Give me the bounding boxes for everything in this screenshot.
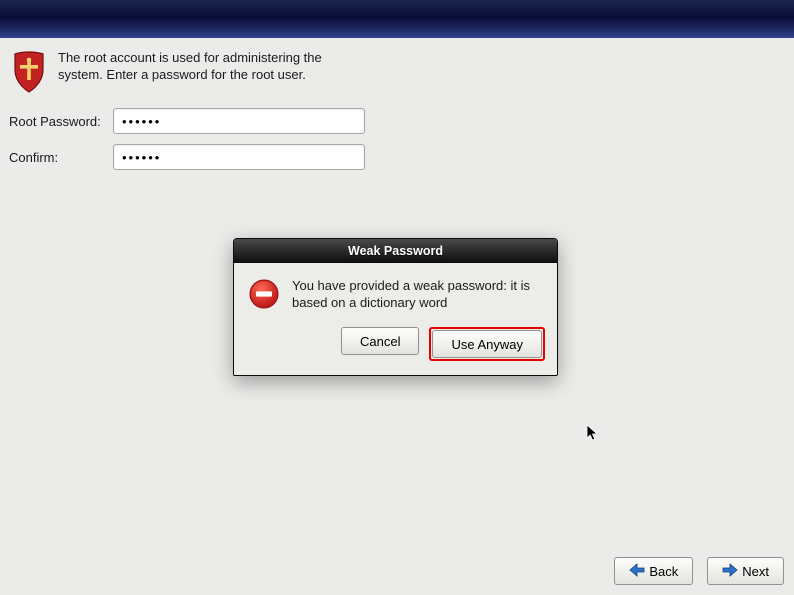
highlighted-action: Use Anyway	[429, 327, 545, 361]
arrow-left-icon	[629, 563, 645, 580]
next-label: Next	[742, 564, 769, 579]
error-icon	[248, 278, 280, 313]
root-password-label: Root Password:	[8, 114, 113, 129]
top-banner	[0, 0, 794, 38]
cursor-icon	[586, 424, 600, 445]
use-anyway-button[interactable]: Use Anyway	[432, 330, 542, 358]
shield-icon	[8, 50, 50, 94]
next-button[interactable]: Next	[707, 557, 784, 585]
intro-text: The root account is used for administeri…	[58, 50, 336, 84]
weak-password-dialog: Weak Password You have provided a weak p…	[233, 238, 558, 376]
back-label: Back	[649, 564, 678, 579]
dialog-title: Weak Password	[234, 239, 557, 263]
confirm-password-label: Confirm:	[8, 150, 113, 165]
confirm-password-input[interactable]	[113, 144, 365, 170]
arrow-right-icon	[722, 563, 738, 580]
back-button[interactable]: Back	[614, 557, 693, 585]
root-password-input[interactable]	[113, 108, 365, 134]
cancel-button[interactable]: Cancel	[341, 327, 419, 355]
dialog-message: You have provided a weak password: it is…	[292, 278, 543, 312]
